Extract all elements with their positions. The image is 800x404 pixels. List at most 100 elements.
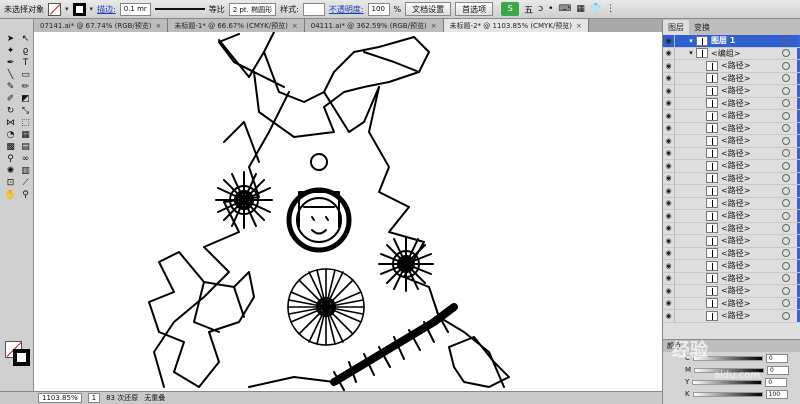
expand-triangle-icon[interactable]: ▾ xyxy=(686,37,696,45)
symbol-sprayer-icon[interactable]: ✺ xyxy=(4,166,17,177)
lock-toggle[interactable] xyxy=(674,285,686,297)
lock-toggle[interactable] xyxy=(674,97,686,109)
visibility-eye-icon[interactable]: ◉ xyxy=(663,149,674,157)
lock-toggle[interactable] xyxy=(674,72,686,84)
target-circle-icon[interactable] xyxy=(782,136,790,145)
channel-value[interactable]: 0 xyxy=(765,353,788,363)
variable-width-profile[interactable] xyxy=(154,8,205,10)
lock-toggle[interactable] xyxy=(674,272,686,284)
lock-toggle[interactable] xyxy=(674,110,686,122)
path-row[interactable]: ◉ <路径> xyxy=(663,172,800,185)
gradient-tool-icon[interactable]: ▤ xyxy=(19,142,32,153)
expand-triangle-icon[interactable]: ▾ xyxy=(686,49,696,57)
channel-slider[interactable] xyxy=(692,355,763,361)
lock-toggle[interactable] xyxy=(674,310,686,322)
path-row[interactable]: ◉ <路径> xyxy=(663,260,800,273)
visibility-eye-icon[interactable]: ◉ xyxy=(663,312,674,320)
channel-value[interactable]: 0 xyxy=(767,365,790,375)
lock-toggle[interactable] xyxy=(674,85,686,97)
stroke-swatch[interactable] xyxy=(72,2,86,16)
tab-layers[interactable]: 图层 xyxy=(663,20,689,35)
tab-transform[interactable]: 变换 xyxy=(689,20,715,35)
visibility-eye-icon[interactable]: ◉ xyxy=(663,299,674,307)
path-name[interactable]: <路径> xyxy=(721,260,782,271)
paintbrush-icon[interactable]: ✎ xyxy=(4,82,17,93)
preferences-button[interactable]: 首选项 xyxy=(455,2,494,16)
punctuation-icon[interactable]: ɔ xyxy=(538,4,543,14)
lock-toggle[interactable] xyxy=(674,210,686,222)
path-row[interactable]: ◉ <路径> xyxy=(663,160,800,173)
target-circle-icon[interactable] xyxy=(782,111,790,120)
path-name[interactable]: <路径> xyxy=(721,285,782,296)
target-circle-icon[interactable] xyxy=(782,211,790,220)
perspective-grid-icon[interactable]: ▦ xyxy=(19,130,32,141)
visibility-eye-icon[interactable]: ◉ xyxy=(663,162,674,170)
target-circle-icon[interactable] xyxy=(782,236,790,245)
visibility-eye-icon[interactable]: ◉ xyxy=(663,199,674,207)
profile-label[interactable]: 等比 xyxy=(209,4,225,15)
hand-tool-icon[interactable]: ✋ xyxy=(4,190,17,201)
stroke-proxy[interactable] xyxy=(13,349,30,366)
fill-swatch[interactable] xyxy=(48,2,61,16)
artboard-tool-icon[interactable]: ⊡ xyxy=(4,178,17,189)
path-row[interactable]: ◉ <路径> xyxy=(663,85,800,98)
target-circle-icon[interactable] xyxy=(782,36,790,45)
target-circle-icon[interactable] xyxy=(782,161,790,170)
color-channel-k[interactable]: K 100 xyxy=(663,388,800,400)
channel-slider[interactable] xyxy=(692,391,763,397)
visibility-eye-icon[interactable]: ◉ xyxy=(663,87,674,95)
visibility-eye-icon[interactable]: ◉ xyxy=(663,237,674,245)
path-row[interactable]: ◉ <路径> xyxy=(663,110,800,123)
style-swatch[interactable] xyxy=(302,2,325,16)
path-row[interactable]: ◉ <路径> xyxy=(663,147,800,160)
target-circle-icon[interactable] xyxy=(782,61,790,70)
lock-toggle[interactable] xyxy=(674,247,686,259)
brush-definition[interactable]: 2 pt. 椭圆形 xyxy=(228,2,277,16)
group-row[interactable]: ◉ ▾ <编组> xyxy=(663,47,800,60)
path-name[interactable]: <路径> xyxy=(721,110,782,121)
target-circle-icon[interactable] xyxy=(782,86,790,95)
path-name[interactable]: <路径> xyxy=(721,60,782,71)
path-name[interactable]: <路径> xyxy=(721,160,782,171)
type-tool-icon[interactable]: T xyxy=(19,58,32,69)
path-name[interactable]: <路径> xyxy=(721,310,782,321)
path-name[interactable]: <路径> xyxy=(721,173,782,184)
channel-slider[interactable] xyxy=(694,367,765,373)
lock-toggle[interactable] xyxy=(674,60,686,72)
zoom-tool-icon[interactable]: ⚲ xyxy=(19,190,32,201)
rectangle-tool-icon[interactable]: ▭ xyxy=(19,70,32,81)
path-name[interactable]: <路径> xyxy=(721,185,782,196)
path-row[interactable]: ◉ <路径> xyxy=(663,310,800,323)
visibility-eye-icon[interactable]: ◉ xyxy=(663,274,674,282)
visibility-eye-icon[interactable]: ◉ xyxy=(663,62,674,70)
tab-07141[interactable]: 07141.ai* @ 67.74% (RGB/预览) × xyxy=(34,19,169,32)
shape-builder-icon[interactable]: ◔ xyxy=(4,130,17,141)
lock-toggle[interactable] xyxy=(674,222,686,234)
path-row[interactable]: ◉ <路径> xyxy=(663,285,800,298)
visibility-eye-icon[interactable]: ◉ xyxy=(663,74,674,82)
path-row[interactable]: ◉ <路径> xyxy=(663,97,800,110)
halfwidth-icon[interactable]: • xyxy=(548,4,553,14)
target-circle-icon[interactable] xyxy=(782,311,790,320)
lock-toggle[interactable] xyxy=(674,197,686,209)
visibility-eye-icon[interactable]: ◉ xyxy=(663,174,674,182)
visibility-eye-icon[interactable]: ◉ xyxy=(663,124,674,132)
grid-icon[interactable]: ▦ xyxy=(576,4,585,14)
direct-selection-tool-icon[interactable]: ↖ xyxy=(19,34,32,45)
close-icon[interactable]: × xyxy=(576,22,582,30)
mesh-tool-icon[interactable]: ▩ xyxy=(4,142,17,153)
tab-04111[interactable]: 04111.ai* @ 362.59% (RGB/预览) × xyxy=(304,19,444,32)
path-row[interactable]: ◉ <路径> xyxy=(663,297,800,310)
channel-slider[interactable] xyxy=(692,379,763,385)
scale-tool-icon[interactable]: ⤡ xyxy=(19,106,32,117)
visibility-eye-icon[interactable]: ◉ xyxy=(663,112,674,120)
path-name[interactable]: <路径> xyxy=(721,123,782,134)
path-row[interactable]: ◉ <路径> xyxy=(663,235,800,248)
lock-toggle[interactable] xyxy=(674,47,686,59)
pencil-icon[interactable]: ✏ xyxy=(19,82,32,93)
path-row[interactable]: ◉ <路径> xyxy=(663,135,800,148)
target-circle-icon[interactable] xyxy=(782,199,790,208)
visibility-eye-icon[interactable]: ◉ xyxy=(663,224,674,232)
lock-toggle[interactable] xyxy=(674,260,686,272)
magic-wand-icon[interactable]: ✦ xyxy=(4,46,17,57)
